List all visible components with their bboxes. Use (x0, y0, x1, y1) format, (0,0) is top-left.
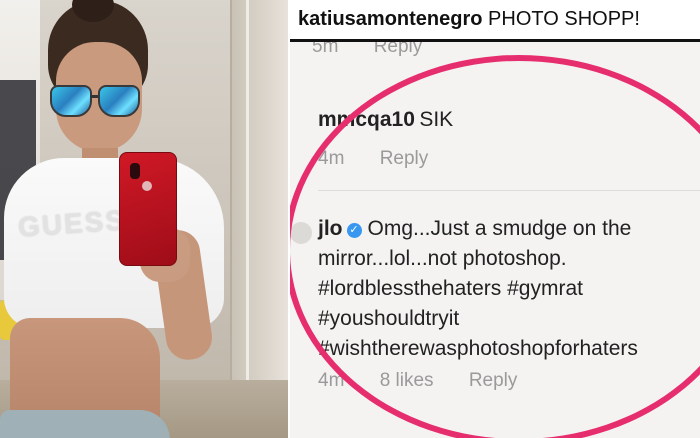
comment-time: 4m (318, 148, 345, 169)
apple-logo-icon (142, 181, 152, 191)
hashtag-line[interactable]: #youshouldtryit (318, 307, 459, 330)
door (230, 0, 288, 438)
left-lens (50, 85, 92, 117)
comment-meta: 4m Reply (318, 148, 458, 170)
comment-line: Omg...Just a smudge on the (367, 217, 632, 240)
hashtag-line[interactable]: #lordblessthehaters #gymrat (318, 277, 583, 300)
right-lens (98, 85, 140, 117)
cut-comment-reply[interactable]: Reply (374, 42, 423, 57)
comment-jlo: jlo ✓ Omg...Just a smudge on the mirror...… (318, 214, 700, 392)
comment-username[interactable]: mmcqa10 (318, 108, 415, 131)
comment-username[interactable]: jlo (318, 217, 343, 240)
mirror-edge (246, 0, 249, 438)
hashtag-line[interactable]: #wishtherewasphotoshopforhaters (318, 337, 638, 360)
comment-separator (318, 190, 700, 191)
comment-mmcqa10: mmcqa10 SIK 4m Reply (318, 108, 458, 170)
comment-body: jlo ✓ Omg...Just a smudge on the mirror...… (318, 214, 700, 364)
reply-button[interactable]: Reply (469, 370, 518, 391)
comment-thread: katiusamontenegro PHOTO SHOPP! 5m Reply … (290, 0, 700, 438)
mirrored-sunglasses (50, 85, 142, 119)
verified-badge-icon: ✓ (346, 223, 362, 238)
banner-username[interactable]: katiusamontenegro (298, 8, 482, 30)
red-phone (119, 152, 177, 266)
comment-meta: 4m 8 likes Reply (318, 370, 700, 392)
cut-comment-time: 5m (312, 42, 339, 57)
mirror-selfie-photo: GUESS (0, 0, 288, 438)
reply-button[interactable]: Reply (380, 148, 429, 169)
likes-count[interactable]: 8 likes (380, 370, 434, 391)
comment-line: mirror...lol...not photoshop. (318, 247, 567, 270)
comment-text: SIK (419, 108, 454, 131)
phone-camera-icon (130, 163, 140, 179)
avatar[interactable] (290, 222, 312, 244)
cut-comment-meta: 5m Reply (312, 42, 452, 60)
pants (0, 410, 170, 438)
comment-time: 4m (318, 370, 345, 391)
banner-text: PHOTO SHOPP! (488, 8, 640, 30)
top-comment-banner: katiusamontenegro PHOTO SHOPP! (290, 0, 700, 42)
